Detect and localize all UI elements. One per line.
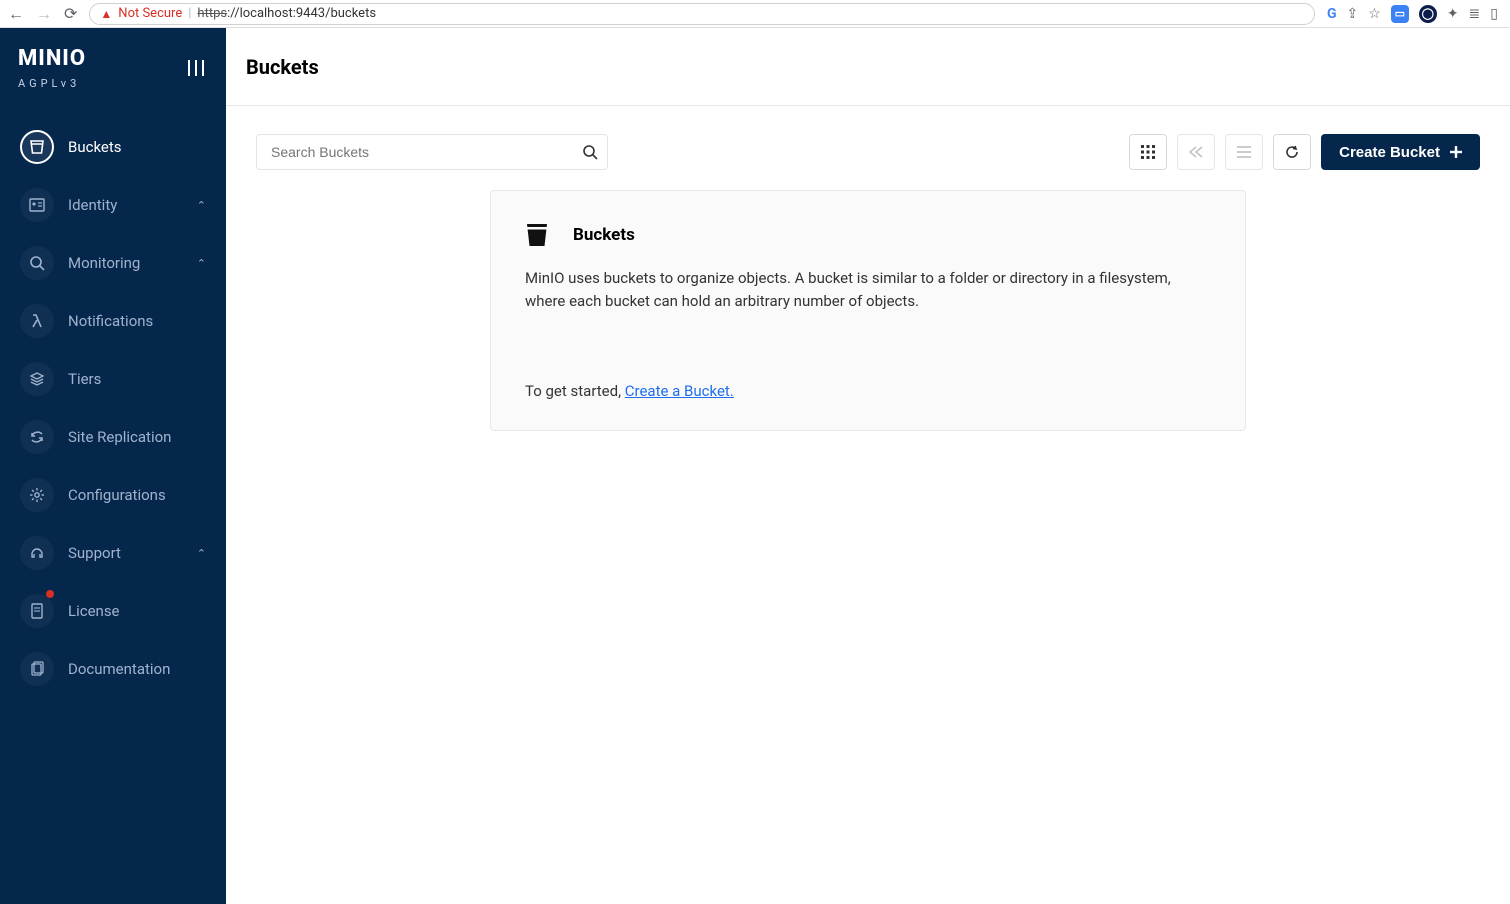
- card-body: MinIO uses buckets to organize objects. …: [525, 267, 1211, 312]
- sidebar-item-identity[interactable]: Identity ⌃: [10, 178, 216, 232]
- toolbar: Create Bucket: [226, 106, 1510, 190]
- sidebar-item-license[interactable]: License: [10, 584, 216, 638]
- lambda-icon: [20, 304, 54, 338]
- card-footer: To get started, Create a Bucket.: [525, 382, 1211, 400]
- sync-icon: [20, 420, 54, 454]
- sidebar-item-label: Notifications: [68, 312, 153, 330]
- sidebar-item-configurations[interactable]: Configurations: [10, 468, 216, 522]
- search-input[interactable]: [256, 134, 608, 170]
- sidebar-item-label: Identity: [68, 196, 117, 214]
- rewind-button: [1177, 134, 1215, 170]
- card-footer-prefix: To get started,: [525, 382, 625, 400]
- logo-main: MINIO: [18, 46, 86, 71]
- chevron-up-icon: ⌃: [197, 199, 206, 212]
- refresh-button[interactable]: [1273, 134, 1311, 170]
- browser-toolbar: ← → ⟳ ▲ Not Secure | https://localhost:9…: [0, 0, 1510, 28]
- search-icon[interactable]: [582, 144, 598, 160]
- sidebar-item-label: Site Replication: [68, 428, 171, 446]
- list-view-button: [1225, 134, 1263, 170]
- headset-icon: [20, 536, 54, 570]
- sidebar-item-label: License: [68, 602, 120, 620]
- sidebar-item-monitoring[interactable]: Monitoring ⌃: [10, 236, 216, 290]
- address-bar[interactable]: ▲ Not Secure | https://localhost:9443/bu…: [89, 3, 1315, 25]
- bucket-icon: [20, 130, 54, 164]
- extension-zoom-icon[interactable]: ▭: [1391, 5, 1409, 23]
- sidebar-item-label: Buckets: [68, 138, 122, 156]
- warning-icon: ▲: [100, 7, 112, 21]
- security-label: Not Secure: [118, 6, 182, 21]
- sidebar-item-buckets[interactable]: Buckets: [10, 120, 216, 174]
- chevron-up-icon: ⌃: [197, 547, 206, 560]
- sidebar-item-label: Tiers: [68, 370, 101, 388]
- reload-button[interactable]: ⟳: [64, 6, 77, 22]
- id-card-icon: [20, 188, 54, 222]
- page-header: Buckets: [226, 28, 1510, 106]
- back-button[interactable]: ←: [8, 6, 24, 22]
- create-bucket-link[interactable]: Create a Bucket.: [625, 382, 734, 400]
- sidebar-item-label: Monitoring: [68, 254, 140, 272]
- bucket-icon: [525, 221, 549, 249]
- grid-view-button[interactable]: [1129, 134, 1167, 170]
- sidebar-item-site-replication[interactable]: Site Replication: [10, 410, 216, 464]
- sidebar-nav: Buckets Identity ⌃ Monitoring ⌃: [0, 100, 226, 716]
- content-area: Buckets MinIO uses buckets to organize o…: [226, 190, 1510, 431]
- forward-button[interactable]: →: [36, 6, 52, 22]
- create-bucket-label: Create Bucket: [1339, 144, 1440, 161]
- gear-icon: [20, 478, 54, 512]
- license-icon: [20, 594, 54, 628]
- sidebar-item-documentation[interactable]: Documentation: [10, 642, 216, 696]
- playlist-icon[interactable]: ≣: [1469, 6, 1481, 22]
- card-title: Buckets: [573, 225, 635, 245]
- magnify-icon: [20, 246, 54, 280]
- plus-icon: [1450, 146, 1462, 158]
- star-icon[interactable]: ☆: [1368, 6, 1381, 22]
- browser-actions: G ⇪ ☆ ▭ ◯ ✦ ≣ ▯: [1327, 5, 1502, 23]
- extension-circle-icon[interactable]: ◯: [1419, 5, 1437, 23]
- separator: |: [188, 6, 191, 21]
- sidebar: MINIO AGPLv3 Buckets Identity ⌃: [0, 28, 226, 904]
- logo-sub: AGPLv3: [18, 77, 80, 90]
- sidebar-item-label: Documentation: [68, 660, 170, 678]
- page-title: Buckets: [246, 55, 319, 79]
- sidebar-item-label: Support: [68, 544, 121, 562]
- create-bucket-button[interactable]: Create Bucket: [1321, 134, 1480, 170]
- extensions-icon[interactable]: ✦: [1447, 6, 1459, 22]
- collapse-sidebar-button[interactable]: [186, 57, 208, 79]
- google-icon[interactable]: G: [1327, 6, 1337, 22]
- sidebar-item-tiers[interactable]: Tiers: [10, 352, 216, 406]
- badge-dot: [46, 590, 54, 598]
- docs-icon: [20, 652, 54, 686]
- search-wrap: [256, 134, 608, 170]
- share-icon[interactable]: ⇪: [1347, 6, 1359, 22]
- logo: MINIO AGPLv3: [18, 46, 86, 90]
- main-content: Buckets: [226, 28, 1510, 904]
- toolbar-right: Create Bucket: [1129, 134, 1480, 170]
- url-text: https://localhost:9443/buckets: [197, 6, 376, 21]
- layers-icon: [20, 362, 54, 396]
- sidebar-item-label: Configurations: [68, 486, 166, 504]
- chevron-up-icon: ⌃: [197, 257, 206, 270]
- empty-state-card: Buckets MinIO uses buckets to organize o…: [490, 190, 1246, 431]
- sidebar-item-support[interactable]: Support ⌃: [10, 526, 216, 580]
- panel-icon[interactable]: ▯: [1490, 6, 1498, 22]
- sidebar-item-notifications[interactable]: Notifications: [10, 294, 216, 348]
